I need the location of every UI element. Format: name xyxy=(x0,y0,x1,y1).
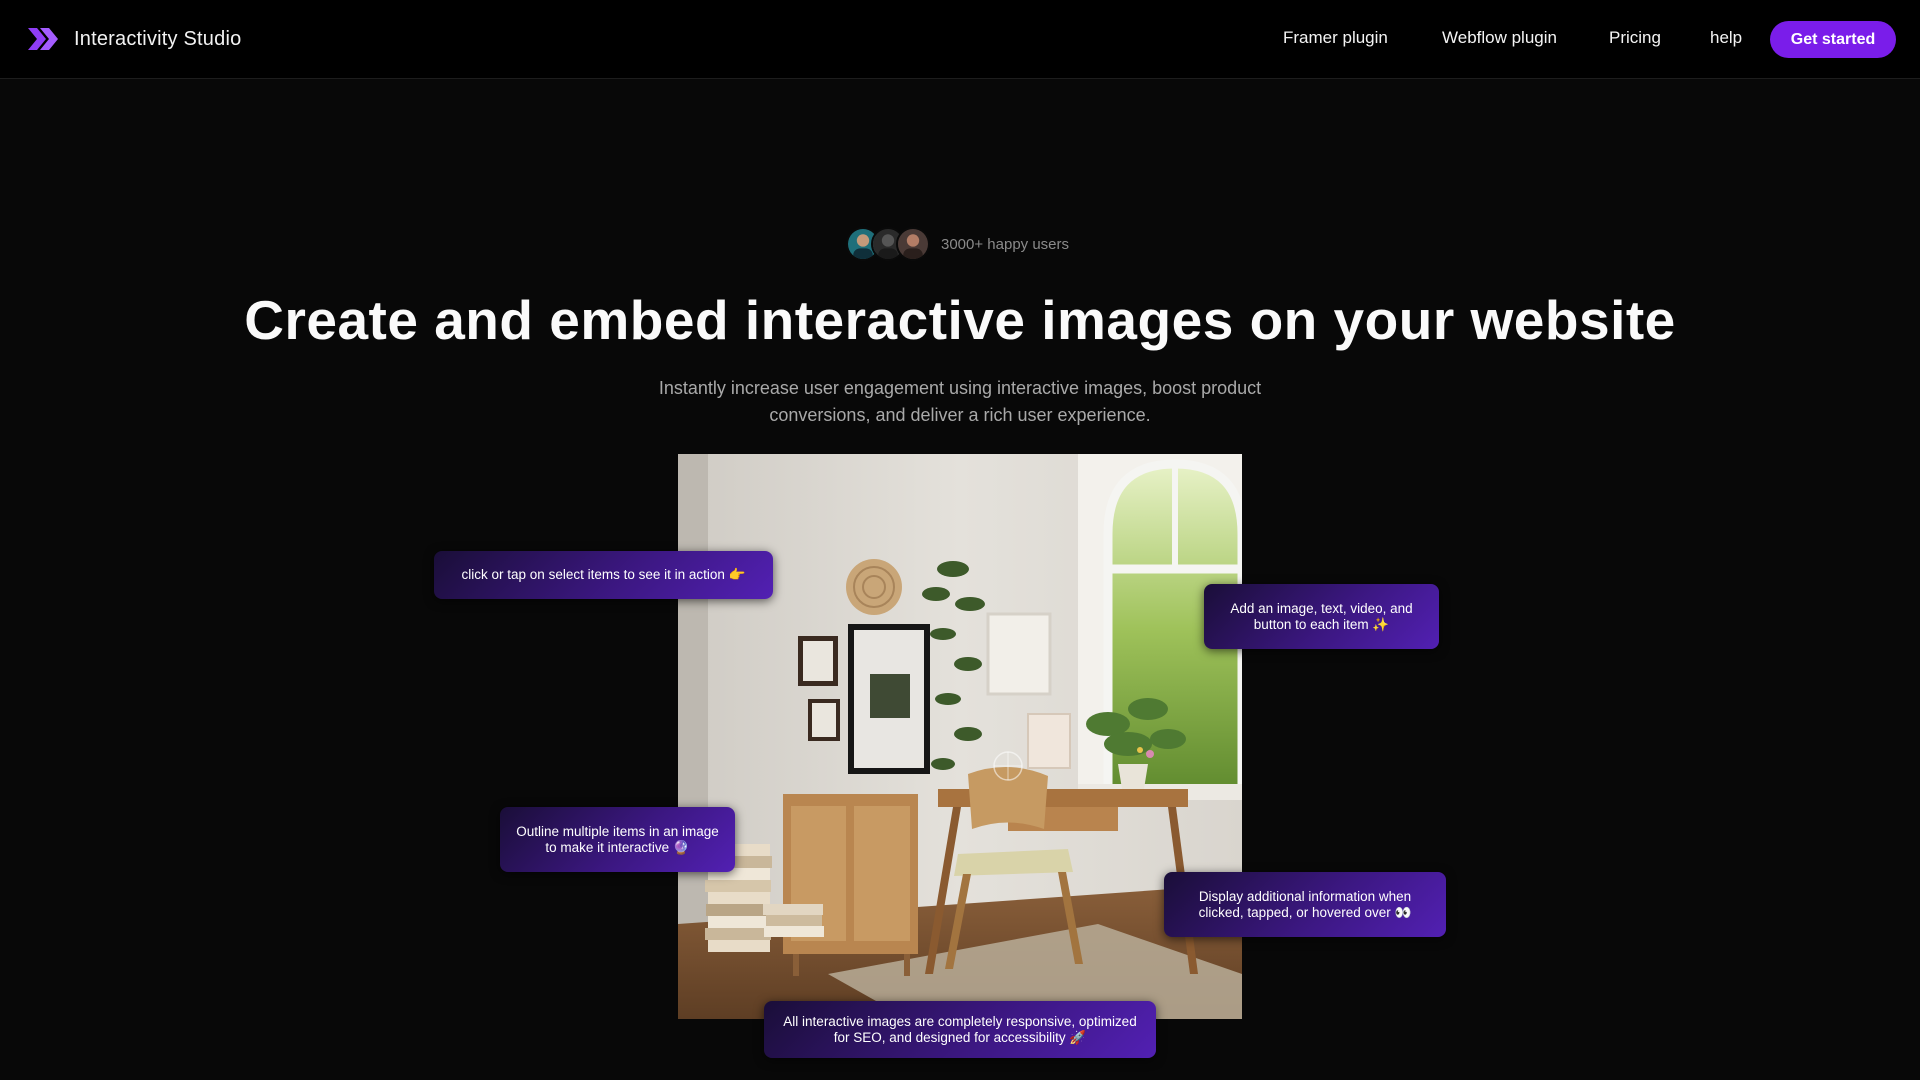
room-illustration xyxy=(678,454,1242,1019)
get-started-button[interactable]: Get started xyxy=(1770,21,1896,58)
social-proof: 3000+ happy users xyxy=(846,227,1069,261)
avatar xyxy=(896,227,930,261)
tooltip-responsive: All interactive images are completely re… xyxy=(764,1001,1156,1058)
brand-name: Interactivity Studio xyxy=(74,27,242,50)
tooltip-add-content: Add an image, text, video, and button to… xyxy=(1204,584,1439,649)
tooltip-display-info: Display additional information when clic… xyxy=(1164,872,1446,937)
interactive-room-image[interactable] xyxy=(678,454,1242,1019)
navbar: Interactivity Studio Framer plugin Webfl… xyxy=(0,0,1920,79)
tooltip-click-hint: click or tap on select items to see it i… xyxy=(434,551,773,599)
logo-icon xyxy=(28,28,58,50)
brand-link[interactable]: Interactivity Studio xyxy=(26,22,241,56)
nav-link-help[interactable]: help xyxy=(1710,28,1742,48)
page-title: Create and embed interactive images on y… xyxy=(244,289,1676,351)
nav-link-pricing[interactable]: Pricing xyxy=(1609,28,1661,48)
tooltip-outline-items: Outline multiple items in an image to ma… xyxy=(500,807,735,872)
nav-link-webflow-plugin[interactable]: Webflow plugin xyxy=(1442,28,1557,48)
happy-users-count: 3000+ happy users xyxy=(941,235,1070,253)
page-subtitle: Instantly increase user engagement using… xyxy=(658,378,1262,425)
nav-link-framer-plugin[interactable]: Framer plugin xyxy=(1283,28,1388,48)
